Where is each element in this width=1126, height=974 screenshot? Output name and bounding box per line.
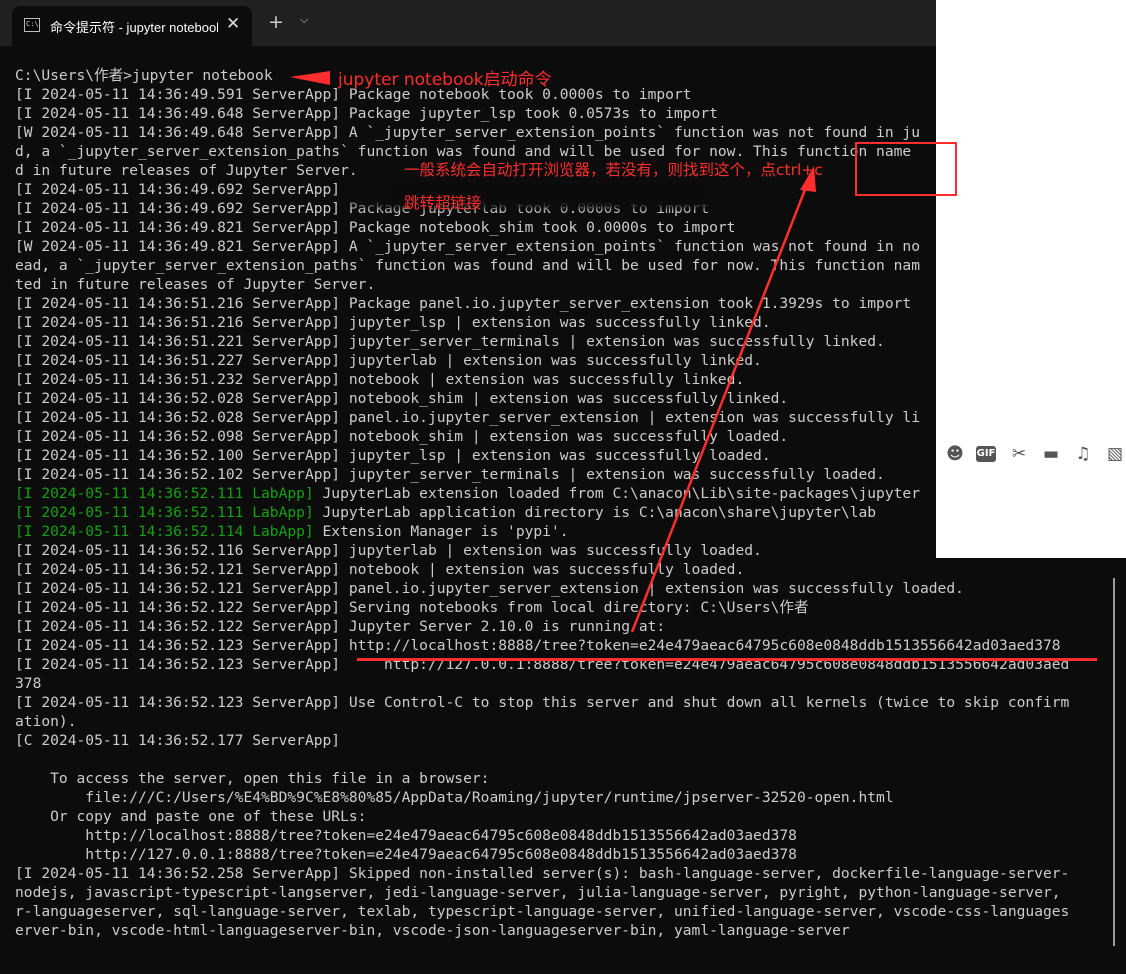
annotation-hint: 一般系统会自动打开浏览器，若没有，则找到这个，点ctrl+c	[404, 161, 823, 179]
arrow-line-to-url	[630, 181, 810, 633]
annotation-command-label: jupyter notebook启动命令	[338, 70, 552, 90]
annotation-hint-2: 跳转超链接	[404, 194, 482, 212]
annotation-arrows	[290, 71, 816, 633]
